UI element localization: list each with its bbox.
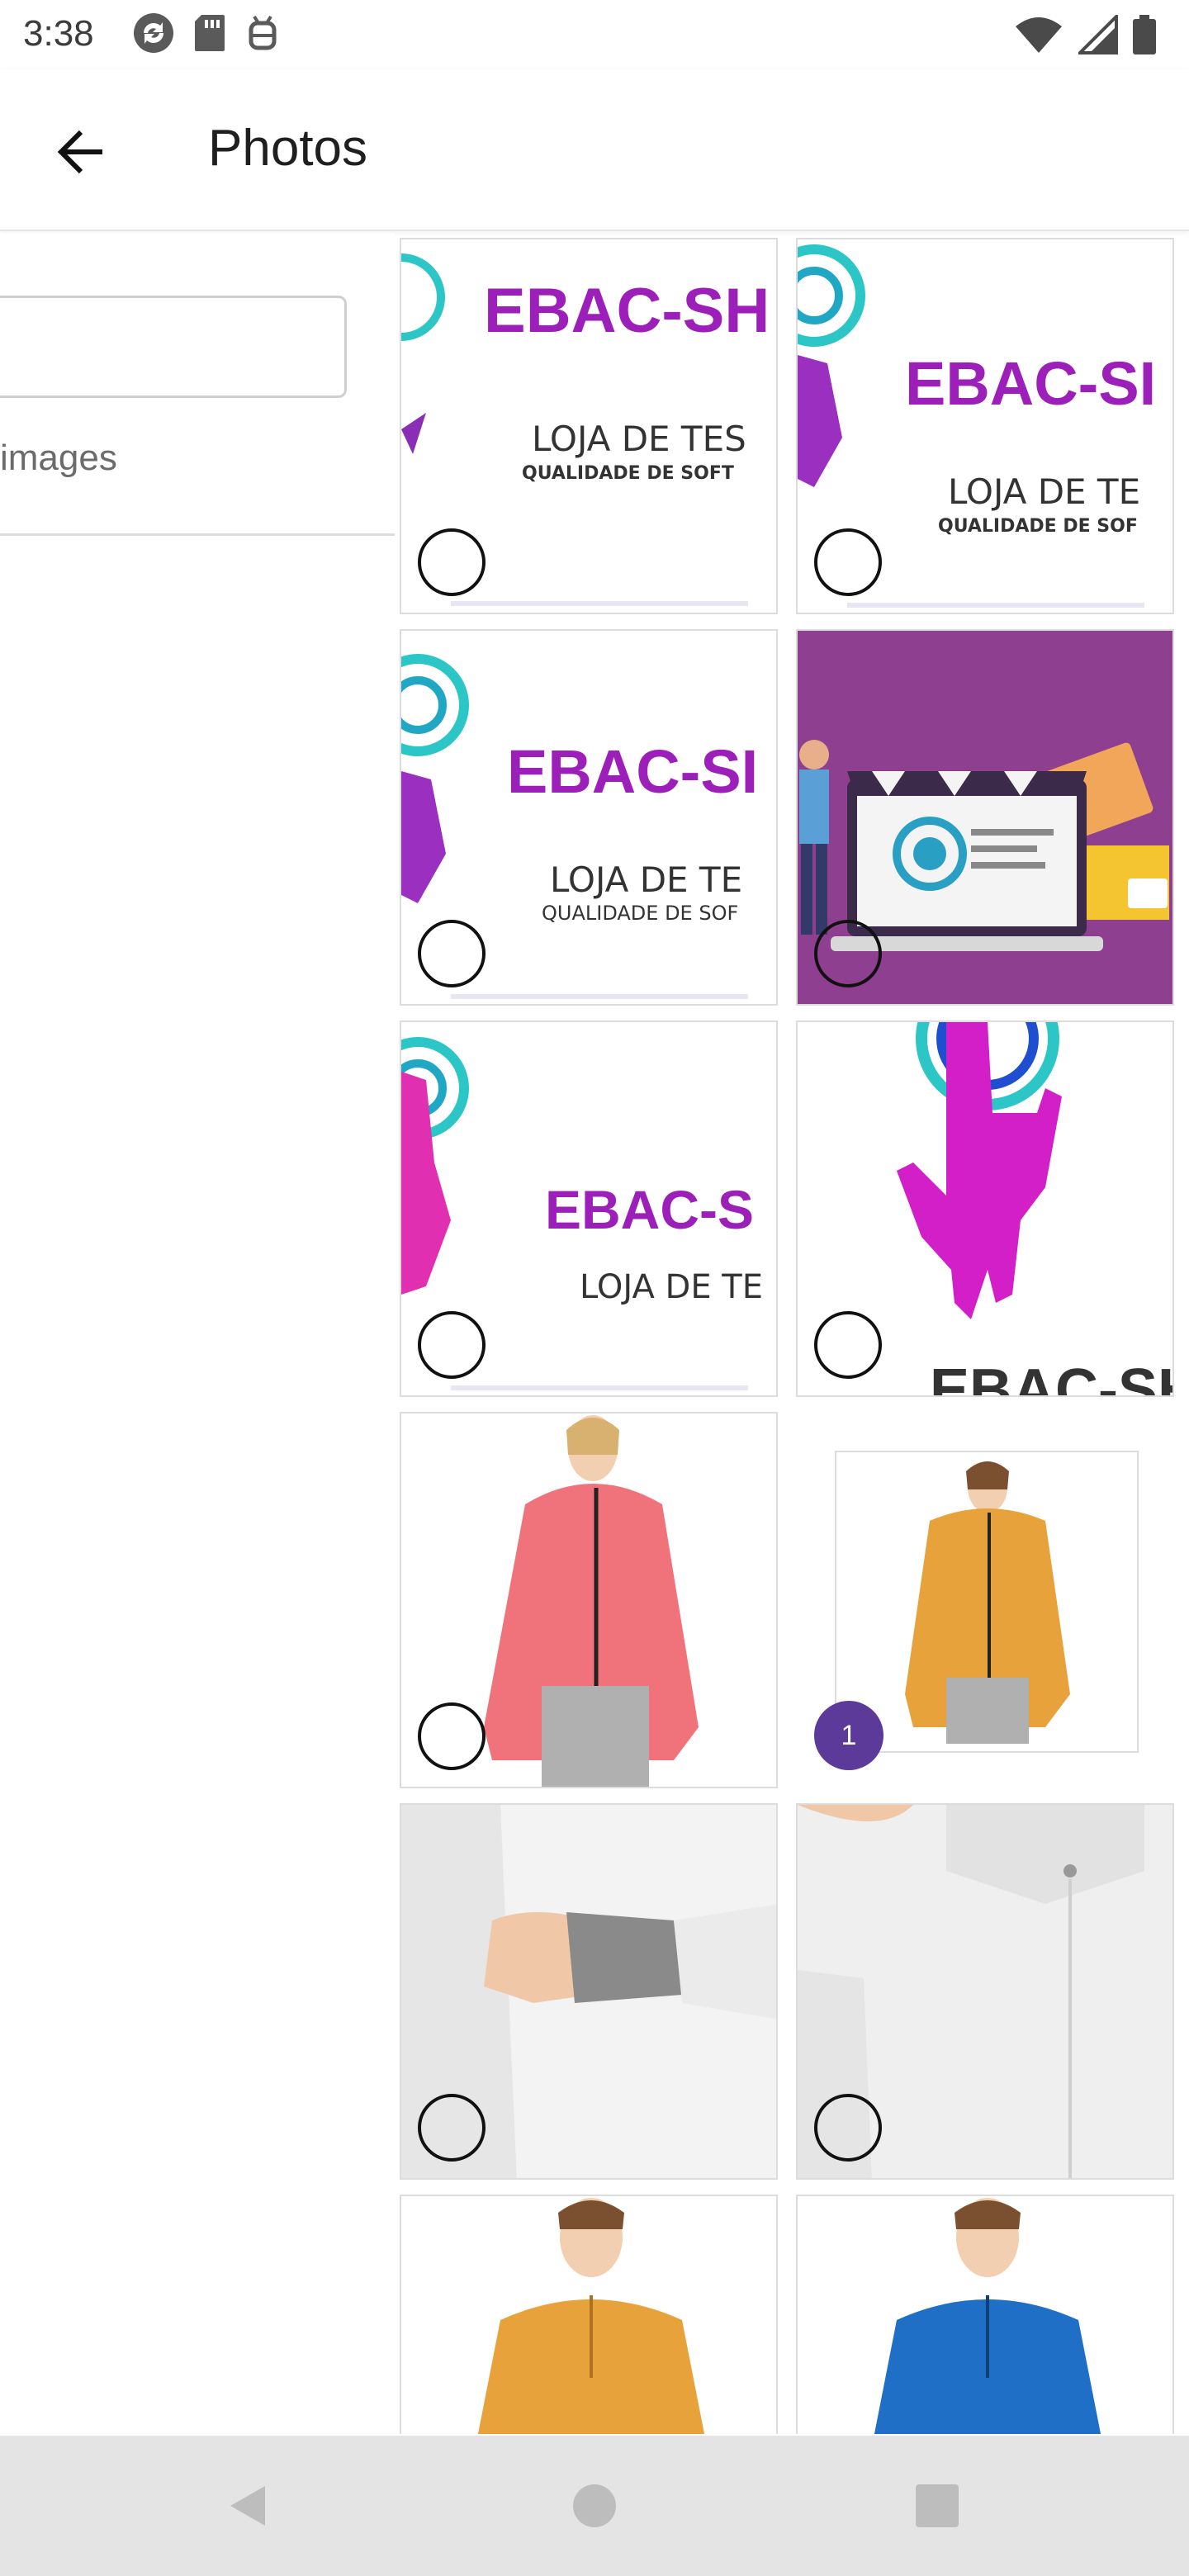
svg-text:EBAC-SI: EBAC-SI [507, 737, 758, 806]
svg-text:LOJA DE TE: LOJA DE TE [948, 471, 1140, 512]
photo-tile[interactable] [796, 1803, 1174, 2180]
page-title: Photos [208, 120, 368, 177]
photo-tile[interactable]: EBAC-SHOP [796, 1020, 1174, 1397]
photo-tile[interactable]: EBAC-SH LOJA DE TES QUALIDADE DE SOFT [400, 238, 778, 614]
left-panel: images [0, 233, 395, 2436]
status-bar: 3:38 [0, 0, 1189, 69]
signal-icon [1078, 15, 1118, 54]
photo-grid: EBAC-SH LOJA DE TES QUALIDADE DE SOFT EB… [400, 238, 1176, 2434]
app-bar: Photos [0, 69, 1189, 231]
back-button[interactable] [40, 111, 122, 193]
divider [0, 533, 395, 536]
photo-tile[interactable]: EBAC-SI LOJA DE TE QUALIDADE DE SOF [400, 629, 778, 1006]
status-icons-right [1014, 15, 1156, 54]
sync-icon [134, 13, 173, 53]
select-checkbox[interactable] [814, 528, 882, 596]
navigation-bar [0, 2436, 1189, 2576]
nav-back-icon [230, 2486, 265, 2526]
nav-home-icon [573, 2484, 616, 2527]
debug-icon [249, 15, 277, 50]
selection-badge[interactable]: 1 [814, 1701, 883, 1770]
nav-home-button[interactable] [557, 2469, 632, 2543]
svg-text:LOJA DE TES: LOJA DE TES [532, 419, 746, 459]
svg-text:QUALIDADE DE SOF: QUALIDADE DE SOF [938, 516, 1138, 537]
select-checkbox[interactable] [418, 920, 486, 987]
select-checkbox[interactable] [418, 1311, 486, 1379]
svg-text:EBAC-SI: EBAC-SI [905, 349, 1156, 418]
svg-text:EBAC-S: EBAC-S [545, 1179, 754, 1240]
svg-text:LOJA DE TE: LOJA DE TE [550, 859, 742, 900]
svg-text:QUALIDADE DE SOF: QUALIDADE DE SOF [542, 902, 738, 925]
arrow-back-icon [57, 130, 102, 174]
battery-icon [1133, 15, 1156, 54]
select-checkbox[interactable] [814, 1311, 882, 1379]
photo-tile[interactable]: EBAC-S LOJA DE TE [400, 1020, 778, 1397]
pullover-orange-image [401, 2196, 776, 2434]
nav-recents-button[interactable] [900, 2469, 974, 2543]
wifi-icon [1016, 17, 1062, 53]
select-checkbox[interactable] [418, 1702, 486, 1770]
status-time: 3:38 [23, 13, 94, 54]
photo-tile[interactable]: 1 [796, 1412, 1174, 1788]
sd-card-icon [195, 15, 225, 51]
svg-text:QUALIDADE DE SOFT: QUALIDADE DE SOFT [522, 463, 734, 484]
nav-back-button[interactable] [211, 2469, 286, 2543]
svg-text:EBAC-SH: EBAC-SH [484, 276, 770, 346]
svg-text:LOJA DE TE: LOJA DE TE [580, 1268, 763, 1306]
photo-tile[interactable] [400, 1412, 778, 1788]
select-checkbox[interactable] [814, 920, 882, 987]
select-checkbox[interactable] [418, 2094, 486, 2162]
photo-tile[interactable]: EBAC-SI LOJA DE TE QUALIDADE DE SOF [796, 238, 1174, 614]
status-icons-left [132, 12, 281, 54]
images-label: images [0, 438, 117, 478]
select-checkbox[interactable] [418, 528, 486, 596]
photo-tile[interactable] [796, 629, 1174, 1006]
select-checkbox[interactable] [814, 2094, 882, 2162]
svg-text:EBAC-SHOP: EBAC-SHOP [930, 1357, 1174, 1397]
nav-recents-icon [916, 2484, 959, 2527]
photo-tile[interactable] [400, 1803, 778, 2180]
photo-tile[interactable] [796, 2195, 1174, 2434]
pullover-blue-image [798, 2196, 1172, 2434]
search-input[interactable] [0, 296, 347, 398]
photo-tile[interactable] [400, 2195, 778, 2434]
